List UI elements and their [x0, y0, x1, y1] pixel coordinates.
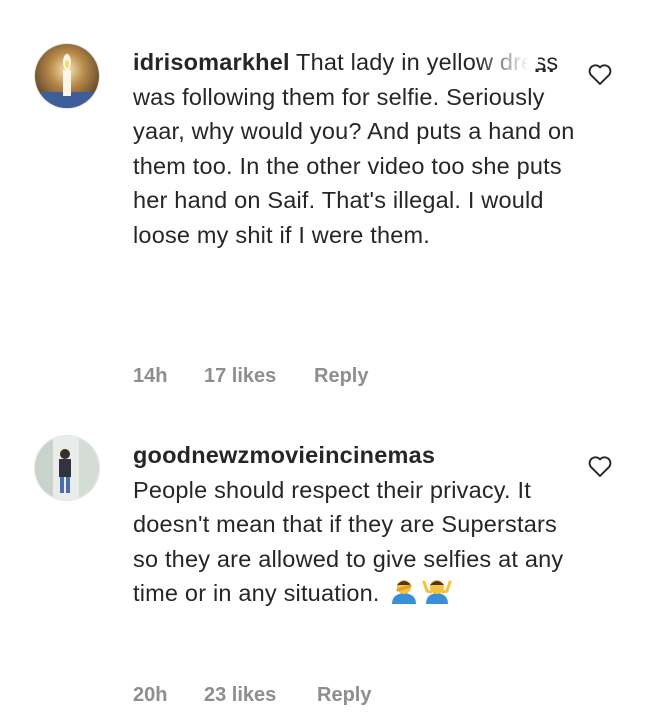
comment-likes[interactable]: 17 likes — [204, 365, 276, 388]
person-photo-icon — [35, 436, 99, 500]
comment-likes[interactable]: 23 likes — [204, 684, 276, 707]
comment-username[interactable]: goodnewzmovieincinemas — [133, 442, 435, 468]
candle-icon — [35, 44, 99, 108]
reply-button[interactable]: Reply — [314, 365, 368, 388]
person-facepalming-emoji — [390, 578, 418, 614]
comment-username[interactable]: idrisomarkhel — [133, 49, 290, 75]
comment-time: 14h — [133, 365, 168, 387]
avatar[interactable] — [34, 435, 100, 501]
comment-text: goodnewzmovieincinemas People should res… — [133, 438, 575, 614]
avatar[interactable] — [34, 43, 100, 109]
text-fade — [478, 50, 538, 80]
person-shrugging-emoji — [422, 578, 452, 614]
comment-body: People should respect their privacy. It … — [133, 476, 564, 607]
reply-button[interactable]: Reply — [317, 684, 371, 707]
more-options-button[interactable]: ... — [534, 52, 555, 78]
heart-icon[interactable] — [586, 60, 614, 88]
comment-time: 20h — [133, 684, 168, 706]
heart-icon[interactable] — [586, 452, 614, 480]
